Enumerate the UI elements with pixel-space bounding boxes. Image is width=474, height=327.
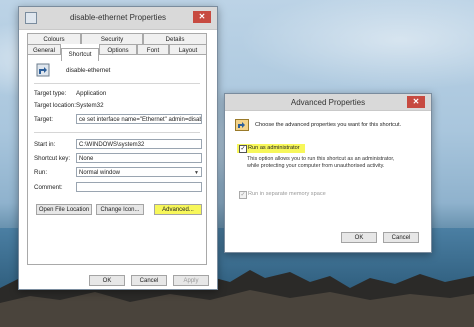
divider <box>34 132 200 133</box>
properties-window: disable-ethernet Properties ✕ Colours Se… <box>18 6 218 290</box>
comment-label: Comment: <box>34 184 63 191</box>
app-icon <box>36 63 50 77</box>
ok-button[interactable]: OK <box>341 232 377 243</box>
close-button[interactable]: ✕ <box>407 96 425 108</box>
target-location-value: System32 <box>76 102 104 109</box>
target-type-label: Target type: <box>34 90 67 97</box>
separate-memory-row[interactable]: ✓ Run in separate memory space <box>237 190 347 199</box>
change-icon-button[interactable]: Change Icon... <box>96 204 144 215</box>
cancel-button[interactable]: Cancel <box>131 275 167 286</box>
target-location-label: Target location: <box>34 102 76 109</box>
open-file-location-button[interactable]: Open File Location <box>36 204 92 215</box>
title-bar: Advanced Properties ✕ <box>225 94 431 111</box>
target-label: Target: <box>34 116 53 123</box>
separate-memory-checkbox[interactable]: ✓ <box>239 191 247 199</box>
tab-colours[interactable]: Colours <box>27 33 81 44</box>
target-type-value: Application <box>76 90 107 97</box>
target-input[interactable]: ce set interface name="Ethernet" admin=d… <box>76 114 202 124</box>
advanced-properties-window: Advanced Properties ✕ Choose the advance… <box>224 93 432 253</box>
shortcut-key-input[interactable]: None <box>76 153 202 163</box>
window-title: disable-ethernet Properties <box>69 13 167 22</box>
run-as-admin-label: Run as administrator <box>248 145 300 151</box>
cancel-button[interactable]: Cancel <box>383 232 419 243</box>
start-in-input[interactable]: C:\WINDOWS\system32 <box>76 139 202 149</box>
divider <box>34 83 200 84</box>
title-bar: disable-ethernet Properties ✕ <box>19 7 217 30</box>
tab-details[interactable]: Details <box>143 33 207 44</box>
advanced-button[interactable]: Advanced... <box>154 204 202 215</box>
apply-button[interactable]: Apply <box>173 275 209 286</box>
shortcut-name: disable-ethernet <box>66 67 111 74</box>
ok-button[interactable]: OK <box>89 275 125 286</box>
run-as-admin-checkbox[interactable]: ✓ <box>239 145 247 153</box>
window-title: Advanced Properties <box>290 98 366 107</box>
run-select-value: Normal window <box>79 170 121 176</box>
close-button[interactable]: ✕ <box>193 11 211 23</box>
run-label: Run: <box>34 169 48 176</box>
run-as-admin-row[interactable]: ✓ Run as administrator <box>237 144 305 153</box>
shortcut-icon <box>235 119 249 131</box>
run-select[interactable]: Normal window ▼ <box>76 167 202 177</box>
comment-input[interactable] <box>76 182 202 192</box>
shortcut-panel: disable-ethernet Target type: Applicatio… <box>27 54 207 265</box>
tab-shortcut[interactable]: Shortcut <box>61 48 99 61</box>
shortcut-key-label: Shortcut key: <box>34 155 71 162</box>
advanced-description: Choose the advanced properties you want … <box>255 122 402 128</box>
tab-security[interactable]: Security <box>81 33 143 44</box>
separate-memory-label: Run in separate memory space <box>248 191 326 197</box>
start-in-label: Start in: <box>34 141 56 148</box>
info-text: This option allows you to run this short… <box>247 156 395 169</box>
chevron-down-icon: ▼ <box>194 170 199 176</box>
